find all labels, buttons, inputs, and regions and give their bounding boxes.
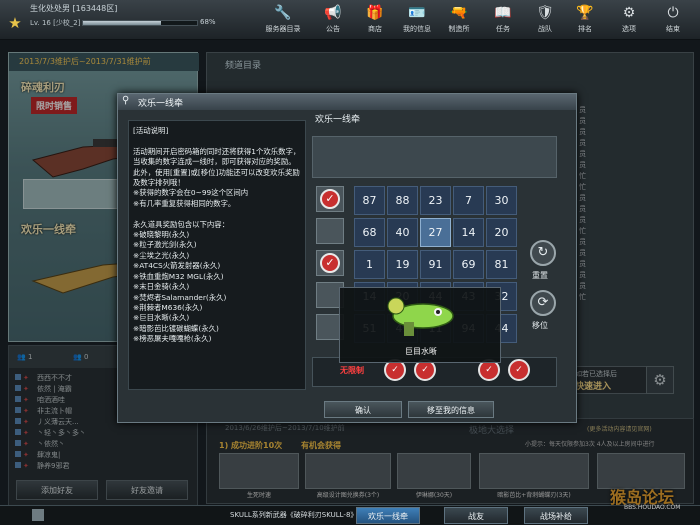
row-reward-icon[interactable] (316, 218, 344, 244)
megaphone-icon: 📢 (324, 5, 342, 21)
check-icon: ✓ (320, 189, 340, 209)
menu-label: 服务器目录 (265, 25, 301, 33)
row-reward-icon[interactable]: ✓ (316, 186, 344, 212)
xp-bar (82, 20, 198, 26)
menu-label: 任务 (496, 25, 510, 33)
menu-gun[interactable]: 🔫 制造所 (436, 3, 482, 37)
shift-icon[interactable]: ⟳ (530, 290, 556, 316)
gear-icon: ⚙ (622, 5, 636, 21)
menu-wrench[interactable]: 🔧 服务器目录 (260, 3, 306, 37)
menu-gift[interactable]: 🎁 商店 (352, 3, 398, 37)
number-cell[interactable]: 27 (420, 218, 451, 247)
shield-icon: 🛡 (536, 5, 554, 21)
number-sequence-box (312, 136, 557, 178)
number-cell[interactable]: 7 (453, 186, 484, 215)
number-cell[interactable]: 30 (486, 186, 517, 215)
row-reward-icon[interactable]: ✓ (316, 250, 344, 276)
confirm-button[interactable]: 确认 (324, 401, 402, 418)
menu-label: 结束 (666, 25, 680, 33)
book-icon: 📖 (494, 5, 512, 21)
number-cell[interactable]: 81 (486, 250, 517, 279)
number-cell[interactable]: 20 (486, 218, 517, 247)
trophy-icon: 🏆 (576, 5, 594, 21)
menu-megaphone[interactable]: 📢 公告 (310, 3, 356, 37)
power-icon: ⏻ (667, 5, 679, 21)
happy-link-button[interactable]: 欢乐一线牵 (356, 507, 420, 524)
menu-label: 公告 (326, 25, 340, 33)
menu-book[interactable]: 📖 任务 (480, 3, 526, 37)
dialog-title: 欢乐一线牵 (138, 99, 184, 109)
number-cell[interactable]: 69 (453, 250, 484, 279)
player-name: 生化处处男 [163448区] (30, 4, 118, 13)
gun-icon: 🔫 (450, 5, 468, 21)
menu-gear[interactable]: ⚙ 选项 (606, 3, 652, 37)
number-cell[interactable]: 1 (354, 250, 385, 279)
happy-link-dialog: ⚲ 欢乐一线牵 [活动说明] 活动期间开启密码箱的同时还将获得1个欢乐数字，当收… (117, 93, 577, 423)
reset-icon[interactable]: ↻ (530, 240, 556, 266)
number-cell[interactable]: 87 (354, 186, 385, 215)
status-bar: SKULL系列新武器《破碎利刃SKULL-8》7月03日 欢乐一线牵 战友 战场… (0, 505, 700, 525)
game-title: 欢乐一线牵 (315, 115, 361, 125)
dialog-titlebar[interactable]: ⚲ 欢乐一线牵 (118, 94, 576, 110)
number-cell[interactable]: 91 (420, 250, 451, 279)
rank-star-icon: ★ (8, 14, 22, 32)
menu-trophy[interactable]: 🏆 排名 (562, 3, 608, 37)
xp-percent: 68% (200, 18, 216, 26)
reset-label: 重置 (532, 271, 548, 280)
link-icon: ⚲ (122, 95, 130, 106)
number-cell[interactable]: 68 (354, 218, 385, 247)
reward-slot-icon[interactable]: ✓ (508, 359, 530, 381)
gift-icon: 🎁 (366, 5, 384, 21)
move-to-info-button[interactable]: 移至我的信息 (408, 401, 494, 418)
menu-label: 排名 (578, 25, 592, 33)
number-cell[interactable]: 88 (387, 186, 418, 215)
event-description-text: [活动说明] 活动期间开启密码箱的同时还将获得1个欢乐数字，当收集的数字连成一线… (133, 126, 301, 344)
comrade-button[interactable]: 战友 (444, 507, 508, 524)
xp-bar-fill (83, 21, 161, 25)
number-cell[interactable]: 19 (387, 250, 418, 279)
top-bar: ★ 生化处处男 [163448区] Lv. 16 [少校_2] 68% 🔧 服务器… (0, 0, 700, 40)
check-icon: ✓ (320, 253, 340, 273)
player-level: Lv. 16 [少校_2] (30, 19, 81, 27)
menu-profile-card[interactable]: 🪪 我的信息 (394, 3, 440, 37)
number-cell[interactable]: 40 (387, 218, 418, 247)
menu-power[interactable]: ⏻ 结束 (650, 3, 696, 37)
menu-label: 选项 (622, 25, 636, 33)
weapon-image (387, 297, 454, 336)
chat-icon[interactable] (32, 509, 44, 521)
wrench-icon: 🔧 (274, 5, 292, 21)
weapon-name: 巨目水晰 (405, 347, 437, 356)
number-cell[interactable]: 23 (420, 186, 451, 215)
site-watermark-url: BBS.HOUDAO.COM (624, 504, 681, 511)
unlimited-label: 无限制 (340, 366, 364, 375)
number-cell[interactable]: 14 (453, 218, 484, 247)
menu-label: 商店 (368, 25, 382, 33)
weapon-popup: 巨目水晰 (339, 287, 501, 363)
shift-label: 移位 (532, 321, 548, 330)
supply-button[interactable]: 战场补给 (524, 507, 588, 524)
event-description: [活动说明] 活动期间开启密码箱的同时还将获得1个欢乐数字，当收集的数字连成一线… (128, 120, 306, 390)
profile-card-icon: 🪪 (408, 5, 426, 21)
menu-label: 制造所 (448, 25, 470, 33)
menu-label: 我的信息 (403, 25, 431, 33)
